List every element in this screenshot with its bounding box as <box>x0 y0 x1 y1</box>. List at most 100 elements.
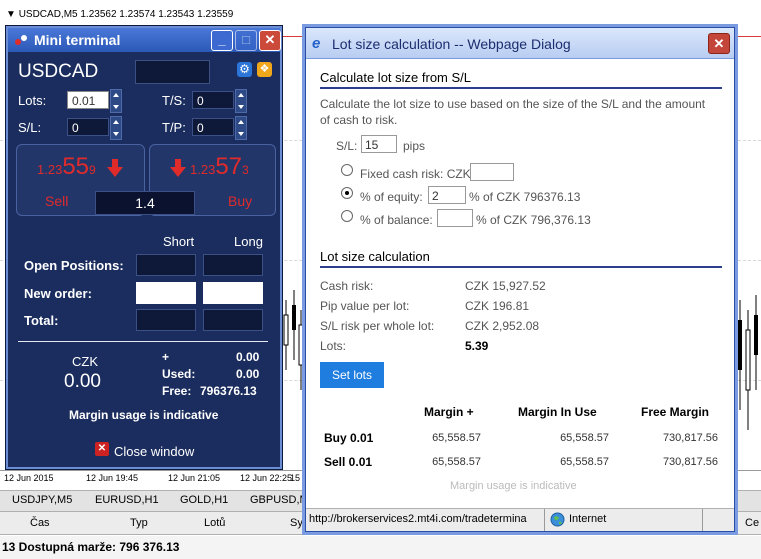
arrow-down-icon <box>170 159 186 177</box>
intro-text-1: Calculate the lot size to use based on t… <box>320 97 706 111</box>
dialog-status-bar: http://brokerservices2.mt4i.com/tradeter… <box>306 508 734 531</box>
dialog-url: http://brokerservices2.mt4i.com/tradeter… <box>309 513 527 525</box>
margin-in-use-header: Margin In Use <box>518 405 597 419</box>
intro-text-2: of cash to risk. <box>320 113 398 127</box>
date-label: 12 Jun 2015 <box>4 473 54 483</box>
buy-price-prefix: 1.23 <box>190 162 216 177</box>
column-header[interactable]: Typ <box>130 517 148 529</box>
column-header[interactable]: Ce <box>745 517 759 529</box>
balance-input[interactable] <box>437 209 473 227</box>
chart-tab[interactable]: GOLD,H1 <box>180 494 228 506</box>
equity-label: % of equity: <box>360 190 423 204</box>
column-header[interactable]: Lotů <box>204 517 225 529</box>
close-window-button[interactable]: Close window <box>114 444 194 459</box>
fixed-cash-input[interactable] <box>470 163 514 181</box>
sell-price: 1.23559 <box>37 153 96 181</box>
mini-terminal-title: Mini terminal <box>34 32 121 48</box>
ts-input[interactable]: 0 <box>192 91 234 109</box>
buy-row-label: Buy 0.01 <box>324 431 374 445</box>
settings-icon[interactable]: ❖ <box>257 62 272 77</box>
sell-price-pips: 55 <box>62 153 90 180</box>
spread-value: 1.4 <box>95 191 195 215</box>
used-value: 0.00 <box>236 367 260 381</box>
margin-note: Margin usage is indicative <box>450 480 577 492</box>
ts-label: T/S: <box>162 93 186 108</box>
maximize-button[interactable]: □ <box>235 30 257 51</box>
buy-price: 1.23573 <box>190 153 249 181</box>
dialog-close-button[interactable]: ✕ <box>708 33 730 54</box>
balance-radio[interactable] <box>341 210 353 222</box>
sell-label: Sell <box>45 193 69 209</box>
plus-label: + <box>162 350 170 364</box>
long-header: Long <box>234 234 263 249</box>
dialog-title: Lot size calculation -- Webpage Dialog <box>332 36 571 52</box>
free-label: Free: <box>162 384 192 398</box>
balance-suffix: % of CZK 796,376.13 <box>476 213 591 227</box>
buy-price-pips: 57 <box>215 153 243 180</box>
section-heading-sl: Calculate lot size from S/L <box>320 70 722 89</box>
sell-free-margin: 730,817.56 <box>662 456 718 468</box>
new-order-long-button[interactable] <box>203 282 263 304</box>
fixed-cash-label: Fixed cash risk: CZK <box>360 167 471 181</box>
status-text: 13 Dostupná marže: 796 376.13 <box>2 540 180 554</box>
total-short-field <box>136 309 196 331</box>
new-order-short-button[interactable] <box>136 282 196 304</box>
sl-input[interactable]: 0 <box>67 118 109 136</box>
buy-label: Buy <box>228 193 253 209</box>
symbol-selector[interactable] <box>135 60 210 84</box>
balance-label: % of balance: <box>360 213 433 227</box>
sl-label: S/L: <box>18 120 42 135</box>
close-icon[interactable]: ✕ <box>95 442 109 456</box>
free-margin-header: Free Margin <box>641 405 710 419</box>
close-button[interactable]: ✕ <box>259 30 281 51</box>
date-label: 12 Jun 21:05 <box>168 473 221 483</box>
margin-plus-header: Margin + <box>424 405 474 419</box>
dialog-titlebar[interactable]: e Lot size calculation -- Webpage Dialog… <box>306 28 734 59</box>
gear-icon[interactable]: ⚙ <box>237 62 252 77</box>
currency-label: CZK <box>72 354 98 369</box>
set-lots-button[interactable]: Set lots <box>320 362 384 388</box>
plus-value: 0.00 <box>236 350 260 364</box>
equity-radio[interactable] <box>341 187 353 199</box>
sell-margin-plus: 65,558.57 <box>432 456 481 468</box>
globe-icon <box>550 512 565 527</box>
lots-spinner[interactable] <box>110 89 122 113</box>
column-header[interactable]: Čas <box>30 517 50 529</box>
candles-left <box>283 290 304 390</box>
chart-title-text: USDCAD,M5 1.23562 1.23574 1.23543 1.2355… <box>18 9 234 20</box>
total-label: Total: <box>24 313 59 328</box>
lots-input[interactable]: 0.01 <box>67 91 109 109</box>
sl-label: S/L: <box>336 139 358 153</box>
minimize-button[interactable]: _ <box>211 30 233 51</box>
app-logo-icon <box>15 35 27 45</box>
sell-row-label: Sell 0.01 <box>324 455 373 469</box>
sl-pips-input[interactable]: 15 <box>361 135 397 153</box>
buy-free-margin: 730,817.56 <box>662 432 718 444</box>
open-long-field <box>203 254 263 276</box>
candles-right <box>738 295 758 430</box>
lots-label: Lots: <box>18 93 47 108</box>
fixed-cash-radio[interactable] <box>341 164 353 176</box>
open-short-field <box>136 254 196 276</box>
used-label: Used: <box>162 367 196 381</box>
zone-label: Internet <box>569 513 607 525</box>
ts-spinner[interactable] <box>235 89 247 113</box>
column-header[interactable]: Sy <box>290 517 303 529</box>
divider <box>18 341 268 342</box>
tp-input[interactable]: 0 <box>192 118 234 136</box>
equity-input[interactable]: 2 <box>428 186 466 204</box>
chart-title: ▼ USDCAD,M5 1.23562 1.23574 1.23543 1.23… <box>6 9 234 20</box>
sell-price-fraction: 9 <box>89 163 96 177</box>
status-divider <box>702 509 703 531</box>
pl-value: 0.00 <box>64 371 101 392</box>
mini-terminal-titlebar[interactable]: Mini terminal _ □ ✕ <box>8 28 281 52</box>
result-label: Lots: <box>320 339 347 353</box>
chart-tab[interactable]: EURUSD,H1 <box>95 494 159 506</box>
sl-spinner[interactable] <box>110 116 122 140</box>
tp-spinner[interactable] <box>235 116 247 140</box>
chart-tab[interactable]: USDJPY,M5 <box>12 494 72 506</box>
buy-price-fraction: 3 <box>242 163 249 177</box>
chart-tab[interactable]: GBPUSD,M <box>250 494 309 506</box>
section-heading-calc: Lot size calculation <box>320 249 722 268</box>
date-label: 12 Jun 19:45 <box>86 473 139 483</box>
